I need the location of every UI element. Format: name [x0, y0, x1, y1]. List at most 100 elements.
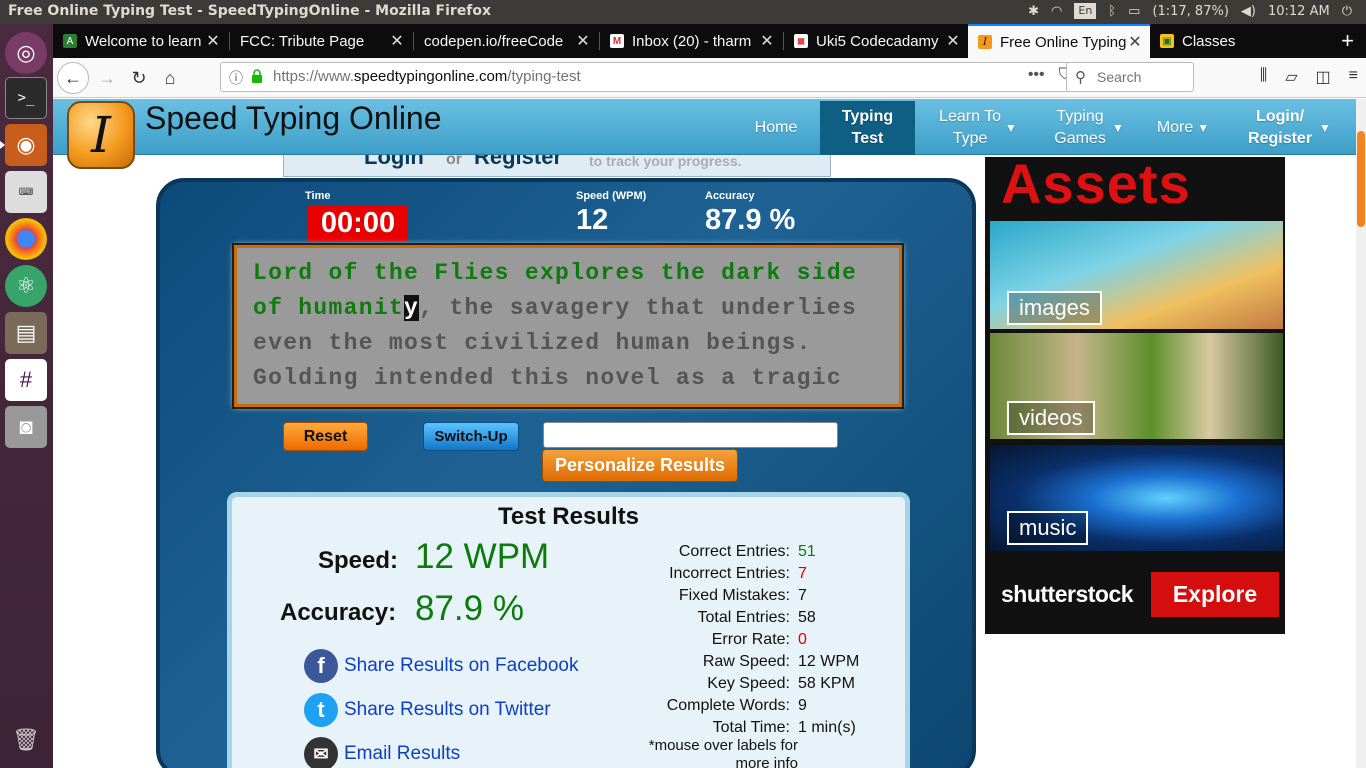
wifi-icon[interactable]: ◠	[1051, 4, 1062, 19]
tab-codecademy[interactable]: ◼ Uki5 Codecadamy ✕	[784, 24, 968, 58]
test-results-panel: Test Results Speed: 12 WPM Accuracy: 87.…	[227, 492, 910, 768]
menu-hamburger-icon[interactable]: ≡	[1349, 67, 1358, 87]
back-arrow-icon[interactable]: ←	[57, 62, 89, 94]
system-indicators: ✱ ◠ En ᛒ ▭ (1:17, 87%) ◀) 10:12 AM ⏻	[1028, 3, 1352, 19]
stat-label[interactable]: Incorrect Entries:	[620, 565, 798, 587]
email-results-link[interactable]: ✉ Email Results	[304, 737, 460, 768]
site-header: I Speed Typing Online Home Typing Test L…	[53, 99, 1356, 169]
atom-icon[interactable]: ⚛	[5, 265, 47, 307]
email-icon: ✉	[304, 737, 338, 768]
home-icon[interactable]: ⌂	[156, 64, 184, 92]
url-path: /typing-test	[507, 68, 581, 85]
share-twitter-label: Share Results on Twitter	[344, 699, 551, 720]
stat-label[interactable]: Correct Entries:	[620, 543, 798, 565]
files-icon[interactable]: ▤	[5, 312, 47, 354]
downloads-folder-icon[interactable]: ▱	[1285, 67, 1297, 87]
stat-label[interactable]: Fixed Mistakes:	[620, 587, 798, 609]
tab-close-icon[interactable]: ✕	[1126, 32, 1144, 52]
tab-welcome[interactable]: A Welcome to learn ✕	[53, 24, 228, 58]
url-text: https://www.speedtypingonline.com/typing…	[273, 68, 581, 85]
library-icon[interactable]: ⫼	[1260, 67, 1267, 87]
personalize-results-button[interactable]: Personalize Results	[542, 449, 738, 482]
battery-icon[interactable]: ▭	[1128, 4, 1140, 19]
shutterstock-logo: shutterstock	[1001, 581, 1134, 607]
tab-label: Inbox (20) - tharm	[632, 32, 752, 50]
results-accuracy-label[interactable]: Accuracy:	[280, 599, 396, 627]
tab-fcc[interactable]: FCC: Tribute Page ✕	[230, 24, 412, 58]
accuracy-label: Accuracy	[705, 190, 755, 202]
ad-title: Assets	[1001, 157, 1191, 215]
screenshot-icon[interactable]: ◙	[5, 406, 47, 448]
typing-text-box[interactable]: Lord of the Flies explores the dark side…	[232, 243, 904, 409]
switch-up-button[interactable]: Switch-Up	[423, 422, 519, 451]
tab-typing-test[interactable]: I Free Online Typing ✕	[968, 24, 1150, 58]
site-logo-icon[interactable]: I	[67, 101, 135, 169]
text-cursor: y	[404, 295, 420, 321]
scrollbar-thumb[interactable]	[1357, 131, 1365, 227]
firefox-icon[interactable]: ◉	[0, 124, 47, 166]
share-twitter-link[interactable]: t Share Results on Twitter	[304, 693, 551, 727]
typing-input[interactable]	[543, 422, 838, 448]
page-actions-icon[interactable]: •••	[1028, 66, 1045, 86]
speed-value: 12	[576, 204, 609, 236]
tab-label: Welcome to learn	[85, 32, 202, 50]
results-speed-label[interactable]: Speed:	[318, 547, 398, 575]
site-info-icon[interactable]: ⓘ	[229, 68, 243, 88]
reload-icon[interactable]: ↻	[125, 64, 153, 92]
nav-learn-to-type[interactable]: Learn To Type ▼	[933, 101, 1023, 155]
site-name[interactable]: Speed Typing Online	[145, 100, 442, 137]
page-scrollbar[interactable]	[1356, 99, 1366, 768]
ad-tag-images: images	[1007, 291, 1102, 325]
chrome-icon[interactable]	[5, 218, 47, 260]
url-bar[interactable]: ⓘ https://www.speedtypingonline.com/typi…	[220, 62, 1108, 92]
terminal-icon[interactable]: >_	[5, 77, 47, 119]
nav-more[interactable]: More ▼	[1153, 101, 1213, 155]
volume-icon[interactable]: ◀)	[1241, 4, 1256, 19]
keyboard-layout-indicator[interactable]: En	[1074, 3, 1097, 19]
url-prefix: https://www.	[273, 68, 354, 85]
register-link[interactable]: Register	[474, 155, 562, 170]
stat-row: Total Entries: 58	[620, 609, 878, 631]
power-icon[interactable]: ⏻	[1342, 4, 1352, 19]
stat-label[interactable]: Key Speed:	[620, 675, 798, 697]
stat-label[interactable]: Error Rate:	[620, 631, 798, 653]
stat-label[interactable]: Raw Speed:	[620, 653, 798, 675]
reset-button[interactable]: Reset	[283, 422, 368, 451]
tab-inbox[interactable]: M Inbox (20) - tharm ✕	[600, 24, 782, 58]
tab-close-icon[interactable]: ✕	[204, 31, 222, 51]
share-facebook-link[interactable]: f Share Results on Facebook	[304, 649, 578, 683]
tab-codepen[interactable]: codepen.io/freeCode ✕	[414, 24, 598, 58]
tab-close-icon[interactable]: ✕	[758, 31, 776, 51]
tab-close-icon[interactable]: ✕	[944, 31, 962, 51]
clock[interactable]: 10:12 AM	[1268, 4, 1330, 19]
stat-label[interactable]: Complete Words:	[620, 697, 798, 719]
page-viewport: Login or Register to track your progress…	[53, 99, 1366, 768]
nav-typing-games[interactable]: Typing Games ▼	[1048, 101, 1128, 155]
sidebar-icon[interactable]: ◫	[1316, 67, 1331, 87]
ubuntu-dash-icon[interactable]: ◎	[5, 32, 47, 74]
forward-arrow-icon[interactable]: →	[93, 64, 121, 92]
ad-explore-button[interactable]: Explore	[1151, 572, 1279, 617]
nav-login-register[interactable]: Login/ Register ▼	[1243, 101, 1333, 155]
ad-tag-videos: videos	[1007, 401, 1095, 435]
slack-icon[interactable]: #	[5, 359, 47, 401]
system-top-panel: Free Online Typing Test - SpeedTypingOnl…	[0, 0, 1366, 24]
stat-row: Key Speed: 58 KPM	[620, 675, 878, 697]
shutterstock-ad[interactable]: Assets images videos music shutterstock …	[985, 157, 1285, 634]
tab-close-icon[interactable]: ✕	[574, 31, 592, 51]
tab-classes[interactable]: ▣ Classes	[1150, 24, 1320, 58]
new-tab-icon[interactable]: +	[1341, 28, 1354, 54]
nav-typing-test[interactable]: Typing Test	[820, 101, 915, 155]
keyboard-app-icon[interactable]: ⌨	[5, 171, 47, 213]
battery-status[interactable]: (1:17, 87%)	[1152, 4, 1229, 19]
slack-indicator-icon[interactable]: ✱	[1028, 4, 1039, 19]
search-input[interactable]: ⚲ Search	[1066, 62, 1194, 92]
stat-row: Fixed Mistakes: 7	[620, 587, 878, 609]
accuracy-value: 87.9 %	[705, 204, 796, 236]
bluetooth-icon[interactable]: ᛒ	[1108, 4, 1116, 19]
stat-label[interactable]: Total Entries:	[620, 609, 798, 631]
trash-icon[interactable]: 🗑	[5, 719, 47, 761]
tab-close-icon[interactable]: ✕	[388, 31, 406, 51]
nav-home[interactable]: Home	[743, 101, 809, 155]
login-link[interactable]: Login	[364, 155, 424, 170]
